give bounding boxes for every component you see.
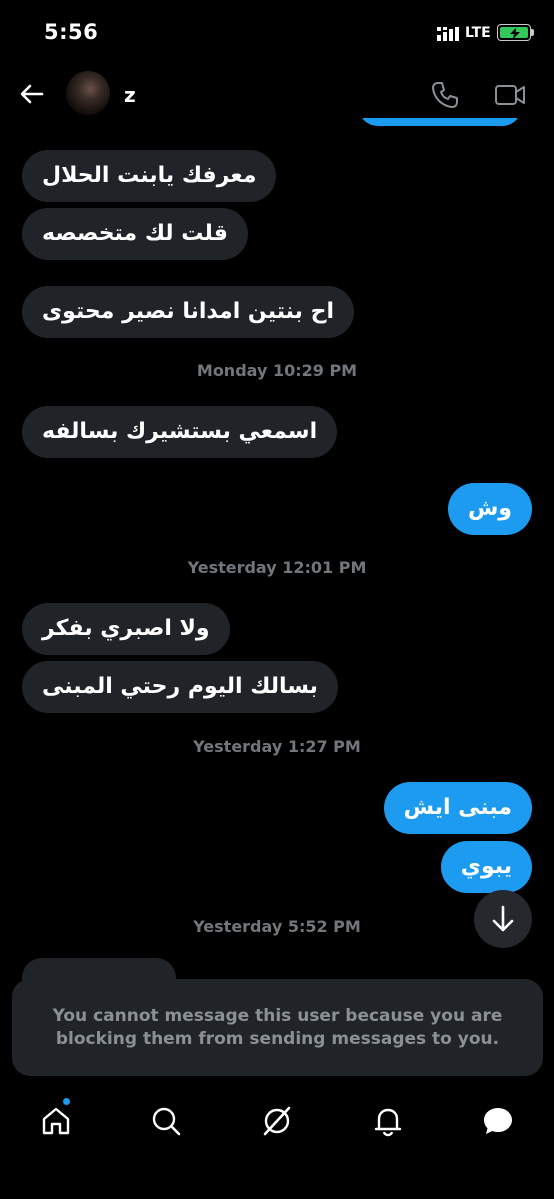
signal-icon [437,27,459,41]
back-button[interactable] [18,80,46,108]
video-button[interactable] [494,80,526,110]
received-message[interactable]: قلت لك متخصصه [22,208,248,260]
video-camera-icon [495,85,525,105]
battery-tip [531,29,534,36]
arrow-left-icon [20,84,44,104]
arrow-down-icon [492,905,514,932]
message-timestamp: Yesterday 5:52 PM [193,917,361,936]
notifications-icon [374,1108,402,1137]
received-message[interactable]: بسالك اليوم رحتي المبنى [22,661,338,713]
nav-grok[interactable] [260,1104,294,1138]
grok-icon [263,1106,291,1136]
messages-icon [484,1108,512,1134]
avatar[interactable] [66,71,110,115]
blocked-notice: You cannot message this user because you… [12,979,543,1076]
nav-home[interactable] [39,1104,73,1138]
contact-name[interactable]: z [124,83,136,107]
search-icon [152,1107,181,1136]
message-timestamp: Yesterday 12:01 PM [187,558,367,577]
status-time: 5:56 [44,20,99,44]
battery-icon [497,24,531,41]
received-message[interactable]: اسمعي بستشيرك بسالفه [22,406,338,458]
scroll-to-bottom-button[interactable] [474,890,532,948]
message-timestamp: Yesterday 1:27 PM [193,737,361,756]
phone-icon [432,82,458,108]
message-timestamp: Monday 10:29 PM [196,361,358,380]
nav-messages[interactable] [481,1104,515,1138]
nav-notifications[interactable] [371,1104,405,1138]
sent-message[interactable]: مبنى ايش [383,782,532,834]
sent-message[interactable]: وش [447,483,532,535]
nav-search[interactable] [149,1104,183,1138]
received-message[interactable]: اح بنتين امدانا نصير محتوى [22,286,354,338]
sent-message[interactable]: يبوي [440,841,532,893]
received-message[interactable]: ولا اصبري بفكر [22,603,230,655]
notification-dot [63,1098,70,1105]
call-button[interactable] [430,80,460,110]
home-icon [42,1107,70,1135]
received-message[interactable]: معرفك يابنت الحلال [22,150,277,202]
network-type: LTE [465,25,491,41]
